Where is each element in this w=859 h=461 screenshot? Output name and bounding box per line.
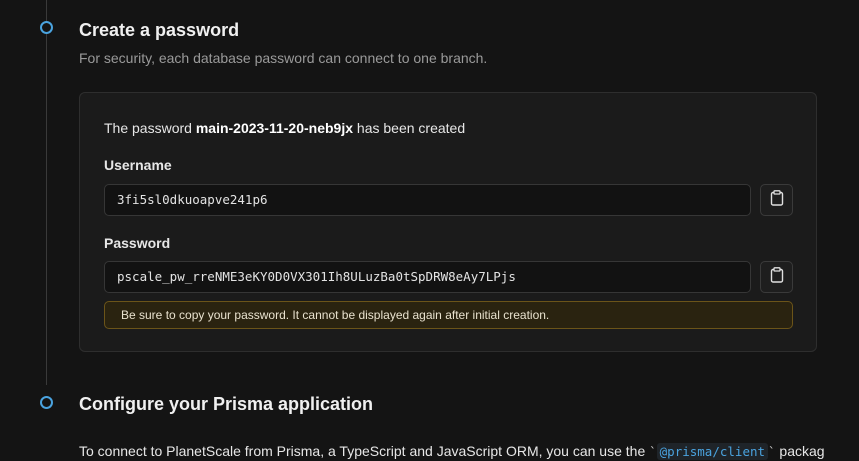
created-suffix: has been created: [353, 120, 466, 136]
copy-password-warning: Be sure to copy your password. It cannot…: [104, 301, 793, 329]
instructions-suffix: packag: [775, 443, 825, 459]
prisma-instructions: To connect to PlanetScale from Prisma, a…: [79, 443, 825, 460]
password-card: The password main-2023-11-20-neb9jx has …: [79, 92, 817, 352]
step-title-create-password: Create a password: [79, 20, 240, 40]
password-field[interactable]: pscale_pw_rreNME3eKY0D0VX301Ih8ULuzBa0tS…: [104, 261, 751, 293]
username-label: Username: [104, 157, 172, 173]
step-subtitle: For security, each database password can…: [79, 50, 488, 66]
instructions-prefix: To connect to PlanetScale from Prisma, a…: [79, 443, 650, 459]
step-title-configure-prisma: Configure your Prisma application: [79, 394, 374, 414]
username-field[interactable]: 3fi5sl0dkuoapve241p6: [104, 184, 751, 216]
copy-password-button[interactable]: [760, 261, 793, 293]
page: Create a password For security, each dat…: [0, 0, 859, 461]
prisma-client-code: @prisma/client: [656, 443, 769, 460]
step-circle-icon: [40, 21, 53, 34]
clipboard-icon: [770, 189, 784, 211]
code-tick-close: `: [768, 444, 776, 459]
password-label: Password: [104, 235, 171, 251]
created-prefix: The password: [104, 120, 196, 136]
copy-username-button[interactable]: [760, 184, 793, 216]
code-tick-open: `: [649, 444, 657, 459]
password-name: main-2023-11-20-neb9jx: [195, 120, 354, 136]
step-circle-icon: [40, 396, 53, 409]
password-created-message: The password main-2023-11-20-neb9jx has …: [104, 120, 465, 136]
clipboard-icon: [770, 266, 784, 288]
timeline-line: [46, 0, 47, 385]
